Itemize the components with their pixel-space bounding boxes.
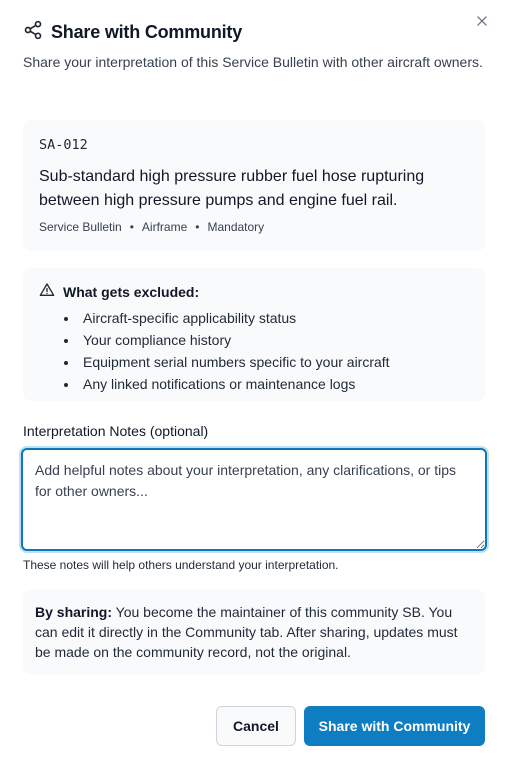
sharing-info-card: By sharing: You become the maintainer of… [23,590,485,674]
share-dialog: Share with Community Share your interpre… [0,0,508,771]
warning-icon [39,282,55,301]
bulletin-priority: Mandatory [207,220,265,234]
bulletin-type: Service Bulletin [39,220,122,234]
bulletin-card: SA-012 Sub-standard high pressure rubber… [23,120,485,251]
exclusions-heading-row: What gets excluded: [39,282,469,301]
separator-dot: • [129,220,134,234]
cancel-button[interactable]: Cancel [216,706,296,746]
bulletin-meta: Service Bulletin • Airframe • Mandatory [39,220,264,234]
exclusions-card: What gets excluded: Aircraft-specific ap… [23,268,485,401]
list-item: Any linked notifications or maintenance … [79,373,469,395]
share-icon [23,20,43,45]
sharing-info-bold: By sharing: [35,604,113,620]
list-item: Your compliance history [79,329,469,351]
exclusions-heading: What gets excluded: [63,283,200,300]
dialog-subtitle: Share your interpretation of this Servic… [23,54,483,70]
notes-field-wrap [21,448,487,551]
bulletin-id: SA-012 [39,137,88,153]
close-icon[interactable] [475,14,489,33]
dialog-header: Share with Community Share your interpre… [23,15,487,72]
notes-hint: These notes will help others understand … [23,558,339,572]
notes-label: Interpretation Notes (optional) [23,423,209,439]
title-row: Share with Community [23,20,485,45]
bulletin-category: Airframe [141,220,188,234]
separator-dot: • [195,220,200,234]
exclusions-list: Aircraft-specific applicability status Y… [39,307,469,395]
notes-textarea[interactable] [21,448,487,551]
share-with-community-button[interactable]: Share with Community [304,706,485,746]
dialog-title: Share with Community [51,22,243,42]
close-button[interactable] [471,12,493,34]
list-item: Aircraft-specific applicability status [79,307,469,329]
dialog-footer: Cancel Share with Community [216,706,485,746]
list-item: Equipment serial numbers specific to you… [79,351,469,373]
bulletin-title: Sub-standard high pressure rubber fuel h… [39,168,425,209]
